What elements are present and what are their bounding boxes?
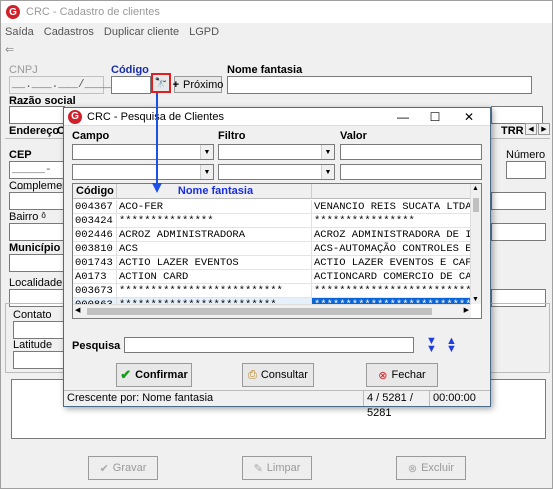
annotation-arrow-icon <box>152 93 162 193</box>
